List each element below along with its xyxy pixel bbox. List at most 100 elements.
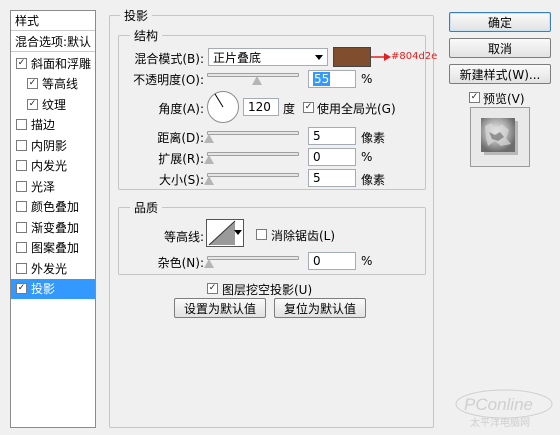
angle-dial[interactable] (206, 90, 240, 124)
ok-button[interactable]: 确定 (449, 12, 551, 32)
angle-value: 120 (248, 100, 271, 114)
style-item-checkbox[interactable] (16, 242, 27, 253)
style-item-checkbox[interactable] (16, 119, 27, 130)
style-item-label: 投影 (31, 282, 56, 296)
make-default-button[interactable]: 设置为默认值 (174, 298, 266, 318)
noise-slider[interactable] (207, 256, 299, 260)
noise-label: 杂色(N): (157, 256, 204, 270)
blend-mode-value: 正片叠底 (213, 50, 262, 65)
pconline-logo-image: PConline 太平洋电脑网 (455, 389, 553, 429)
style-item-checkbox[interactable] (16, 160, 27, 171)
global-light-check-mark: ✓ (304, 102, 313, 112)
style-item-checkbox[interactable] (16, 262, 27, 274)
noise-input[interactable]: 0 (308, 252, 356, 270)
noise-unit: % (361, 254, 373, 268)
distance-label: 距离(D): (157, 131, 204, 145)
styles-header-label: 样式 (15, 14, 40, 28)
style-item-checkbox[interactable]: ✓ (16, 283, 27, 294)
spread-slider[interactable] (207, 152, 299, 156)
structure-title: 结构 (130, 27, 163, 44)
style-item[interactable]: ✓ 等高线 (11, 74, 95, 94)
style-item-label: 图案叠加 (31, 241, 80, 255)
angle-label: 角度(A): (158, 102, 204, 116)
style-item[interactable]: 内阴影 (11, 135, 95, 155)
style-item[interactable]: ✓ 斜面和浮雕 (11, 53, 95, 73)
cancel-button[interactable]: 取消 (449, 38, 551, 58)
contour-chevron-down-icon (234, 230, 242, 235)
opacity-slider-thumb[interactable] (252, 76, 263, 85)
size-slider[interactable] (207, 173, 299, 177)
style-item-label: 描边 (31, 118, 56, 132)
preview-thumbnail (470, 107, 530, 167)
distance-slider[interactable] (207, 131, 299, 135)
chevron-down-icon (315, 55, 323, 60)
shadow-color-swatch[interactable] (333, 47, 371, 67)
style-item-checkbox[interactable]: ✓ (16, 57, 27, 69)
spread-label: 扩展(R): (158, 152, 204, 166)
style-item-checkbox[interactable] (16, 139, 27, 151)
style-item-label: 内发光 (31, 159, 68, 173)
style-item[interactable]: 渐变叠加 (11, 217, 95, 237)
blend-mode-select[interactable]: 正片叠底 (208, 48, 328, 66)
style-item-label: 纹理 (42, 97, 67, 112)
style-item[interactable]: 图案叠加 (11, 238, 95, 258)
knockout-checkbox[interactable]: ✓ (207, 283, 218, 294)
global-light-checkbox[interactable]: ✓ (303, 102, 314, 113)
distance-input[interactable]: 5 (308, 127, 356, 145)
opacity-value: 55 (313, 72, 331, 86)
spread-value: 0 (313, 150, 321, 164)
antialias-checkbox[interactable] (256, 229, 267, 240)
style-item-checkbox[interactable] (16, 201, 27, 212)
make-default-label: 设置为默认值 (183, 301, 256, 316)
style-item-label: 内阴影 (31, 138, 68, 153)
blend-mode-label: 混合模式(B): (134, 52, 204, 66)
distance-value: 5 (313, 129, 321, 143)
reset-default-button[interactable]: 复位为默认值 (274, 298, 366, 318)
style-item[interactable]: 光泽 (11, 176, 95, 196)
angle-input[interactable]: 120 (243, 98, 279, 116)
new-style-button[interactable]: 新建样式(W)... (449, 64, 551, 84)
preview-texture-image (481, 118, 518, 155)
style-item-label: 斜面和浮雕 (31, 56, 92, 71)
styles-list: 样式 混合选项:默认 ✓ 斜面和浮雕 ✓ 等高线 ✓ 纹理描边内阴影内发光光泽颜色叠加渐变… (10, 10, 96, 428)
style-item[interactable]: 颜色叠加 (11, 197, 95, 217)
color-hex-annotation: #804d2e (391, 51, 438, 62)
noise-value: 0 (313, 254, 321, 268)
style-item[interactable]: ✓ 纹理 (11, 94, 95, 114)
spread-input[interactable]: 0 (308, 148, 356, 166)
pconline-watermark: PConline 太平洋电脑网 (452, 386, 556, 430)
antialias-label: 消除锯齿(L) (271, 229, 336, 243)
style-item-label: 光泽 (31, 179, 56, 194)
noise-slider-thumb[interactable] (204, 259, 214, 268)
style-item[interactable]: ✓ 投影 (11, 278, 95, 299)
style-item-label: 颜色叠加 (31, 200, 80, 214)
style-item-checkbox[interactable] (16, 221, 27, 233)
size-input[interactable]: 5 (308, 169, 356, 187)
style-item[interactable]: 外发光 (11, 258, 95, 278)
style-item[interactable]: 描边 (11, 115, 95, 135)
styles-header[interactable]: 样式 (11, 11, 95, 31)
cancel-label: 取消 (487, 41, 512, 56)
quality-title: 品质 (130, 199, 163, 216)
opacity-label: 不透明度(O): (133, 73, 204, 87)
drop-shadow-title: 投影 (120, 7, 153, 24)
distance-slider-thumb[interactable] (204, 134, 214, 143)
preview-label: 预览(V) (483, 92, 525, 106)
distance-unit: 像素 (361, 131, 386, 145)
style-item-label: 渐变叠加 (31, 220, 80, 235)
style-item-label: 等高线 (42, 77, 79, 91)
preview-checkbox[interactable]: ✓ (469, 92, 480, 103)
spread-slider-thumb[interactable] (204, 155, 214, 164)
reset-default-label: 复位为默认值 (283, 301, 356, 316)
style-item-checkbox[interactable]: ✓ (27, 78, 38, 89)
contour-picker[interactable] (206, 219, 244, 247)
style-item-label: 外发光 (31, 261, 68, 276)
style-item-checkbox[interactable] (16, 180, 27, 192)
arrow-right-icon (371, 53, 391, 61)
blend-options-item[interactable]: 混合选项:默认 (11, 32, 95, 52)
style-item-checkbox[interactable]: ✓ (27, 98, 38, 110)
style-item[interactable]: 内发光 (11, 156, 95, 176)
opacity-unit: % (361, 72, 373, 86)
size-slider-thumb[interactable] (204, 176, 214, 185)
opacity-input[interactable]: 55 (308, 70, 356, 88)
